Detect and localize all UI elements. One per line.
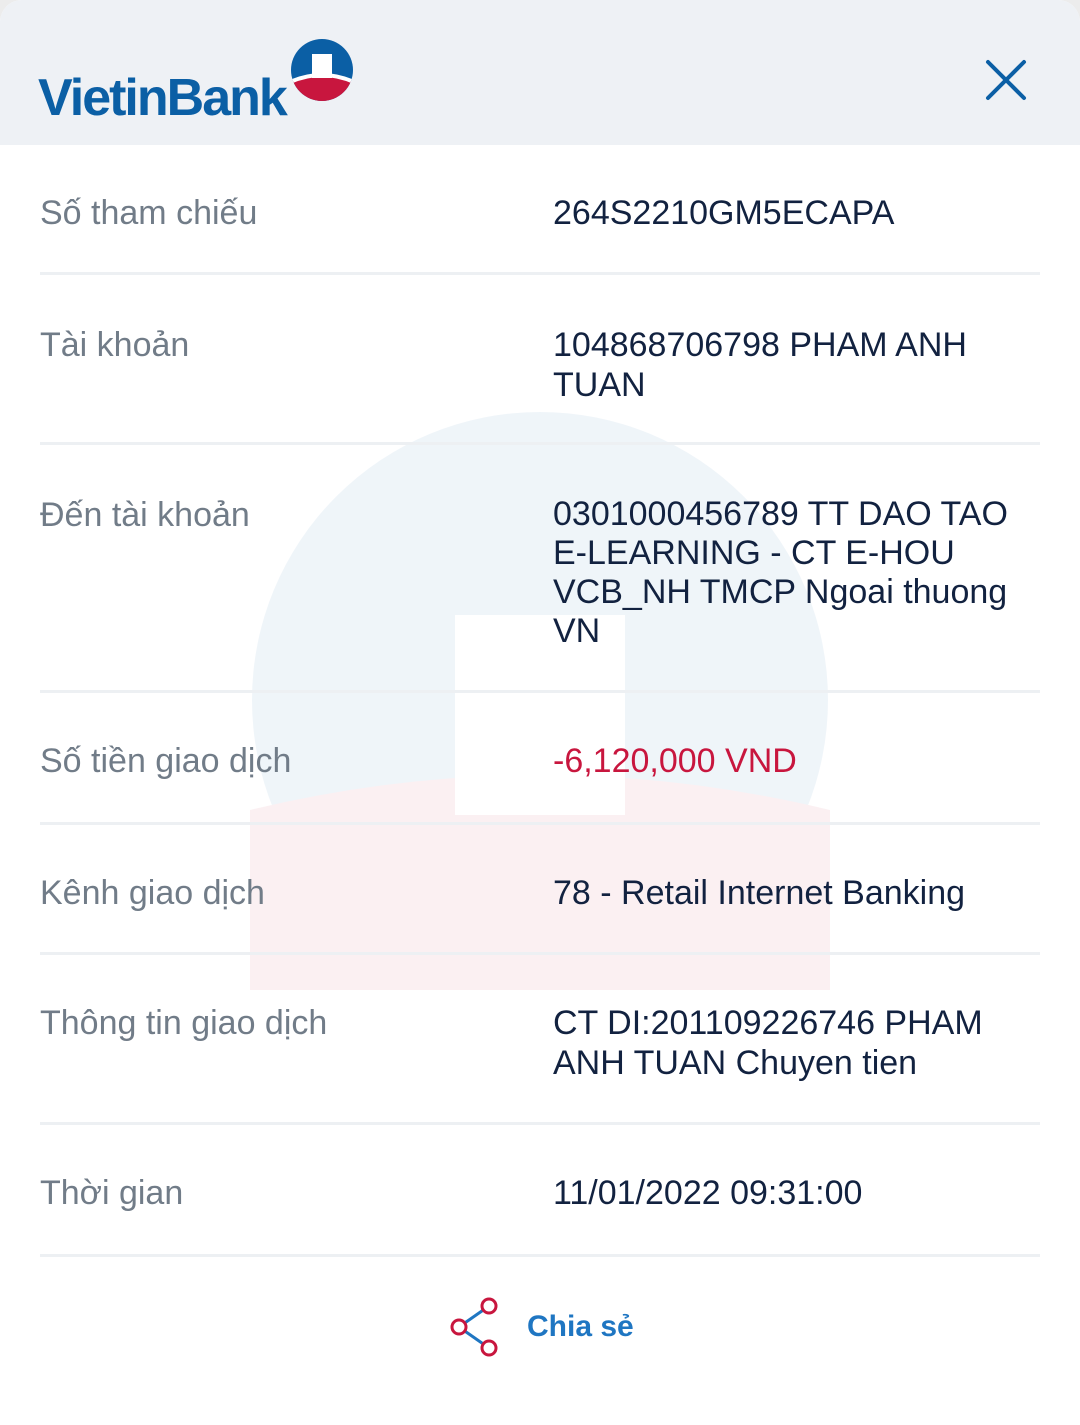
detail-label: Số tiền giao dịch: [40, 742, 292, 780]
vietinbank-logo-mark-icon: [291, 39, 353, 101]
brand-name: VietinBank: [38, 69, 288, 127]
close-button-icon[interactable]: [978, 52, 1034, 108]
detail-row-time: Thời gian 11/01/2022 09:31:00: [40, 1125, 1040, 1257]
header: VietinBank: [0, 0, 1080, 145]
transaction-detail-sheet: VietinBank Số tham chiếu 264S2210GM5ECAP…: [0, 0, 1080, 1425]
detail-value: 78 - Retail Internet Banking: [553, 874, 966, 912]
detail-value: 11/01/2022 09:31:00: [553, 1174, 863, 1212]
transaction-details: Số tham chiếu 264S2210GM5ECAPA Tài khoản…: [0, 145, 1080, 1257]
detail-row-account: Tài khoản 104868706798 PHAM ANH TUAN: [40, 275, 1040, 445]
detail-value: CT DI:201109226746 PHAM ANH TUAN Chuyen …: [553, 1004, 983, 1082]
amount-value: -6,120,000 VND: [553, 742, 797, 780]
share-button[interactable]: Chia sẻ: [447, 1295, 634, 1359]
detail-row-reference: Số tham chiếu 264S2210GM5ECAPA: [40, 145, 1040, 275]
share-icon: [450, 1297, 498, 1357]
detail-row-channel: Kênh giao dịch 78 - Retail Internet Bank…: [40, 825, 1040, 955]
detail-row-amount: Số tiền giao dịch -6,120,000 VND: [40, 693, 1040, 825]
detail-value: 264S2210GM5ECAPA: [553, 194, 895, 232]
vietinbank-logo: VietinBank: [38, 38, 368, 128]
share-label: Chia sẻ: [527, 1310, 634, 1343]
detail-value: 104868706798 PHAM ANH TUAN: [553, 326, 967, 404]
detail-label: Thông tin giao dịch: [40, 1004, 328, 1042]
detail-label: Thời gian: [40, 1174, 184, 1212]
detail-label: Đến tài khoản: [40, 496, 250, 534]
detail-label: Kênh giao dịch: [40, 874, 265, 912]
detail-row-description: Thông tin giao dịch CT DI:201109226746 P…: [40, 955, 1040, 1125]
detail-row-to-account: Đến tài khoản 0301000456789 TT DAO TAO E…: [40, 445, 1040, 693]
detail-label: Tài khoản: [40, 326, 190, 364]
detail-label: Số tham chiếu: [40, 194, 258, 232]
detail-value: 0301000456789 TT DAO TAO E-LEARNING - CT…: [553, 495, 1008, 650]
